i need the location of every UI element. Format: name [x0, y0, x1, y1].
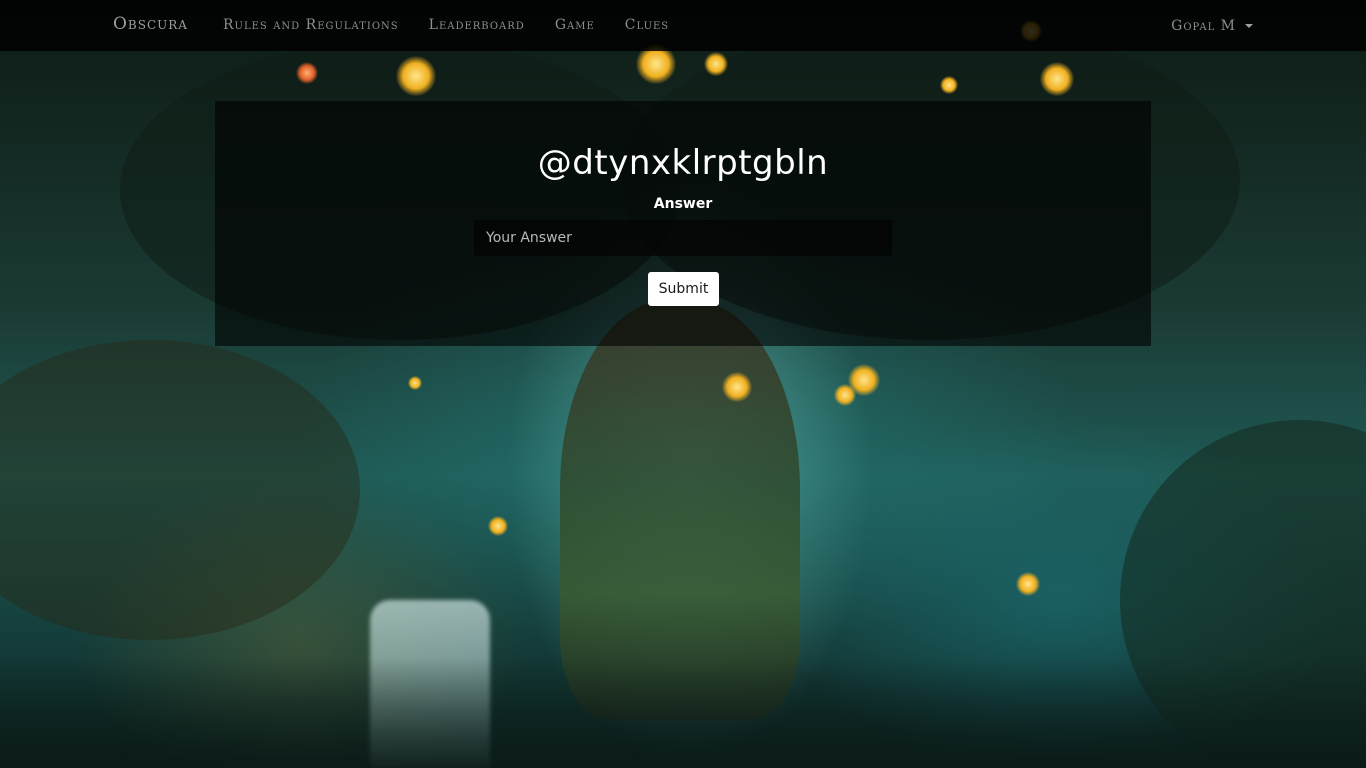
- nav-link-rules[interactable]: Rules and Regulations: [208, 0, 414, 51]
- question-title: @dtynxklrptgbln: [537, 143, 829, 183]
- nav-link-leaderboard[interactable]: Leaderboard: [414, 0, 540, 51]
- firefly-light: [488, 516, 508, 536]
- firefly-light: [834, 384, 856, 406]
- nav-links: Rules and Regulations Leaderboard Game C…: [208, 0, 684, 51]
- firefly-light: [1016, 572, 1040, 596]
- user-name: Gopal M: [1171, 17, 1236, 34]
- firefly-light: [396, 56, 436, 96]
- submit-button[interactable]: Submit: [648, 272, 719, 306]
- brand-logo-link[interactable]: Obscura: [113, 14, 188, 34]
- firefly-light: [408, 376, 422, 390]
- question-card: @dtynxklrptgbln Answer Submit: [215, 101, 1151, 346]
- firefly-light: [940, 76, 958, 94]
- firefly-light: [296, 62, 318, 84]
- answer-input[interactable]: [474, 220, 892, 256]
- firefly-light: [704, 52, 728, 76]
- answer-label: Answer: [653, 196, 713, 212]
- firefly-light: [1040, 62, 1074, 96]
- nav-link-clues[interactable]: Clues: [610, 0, 684, 51]
- firefly-light: [722, 372, 752, 402]
- tree-trunk: [560, 300, 800, 720]
- nav-link-game[interactable]: Game: [540, 0, 610, 51]
- top-navbar: Obscura Rules and Regulations Leaderboar…: [0, 0, 1366, 51]
- page: Obscura Rules and Regulations Leaderboar…: [0, 0, 1366, 768]
- user-dropdown-toggle[interactable]: Gopal M: [1171, 0, 1253, 51]
- forest-floor: [0, 658, 1366, 768]
- tree-foliage: [0, 340, 360, 640]
- caret-down-icon: [1245, 23, 1253, 28]
